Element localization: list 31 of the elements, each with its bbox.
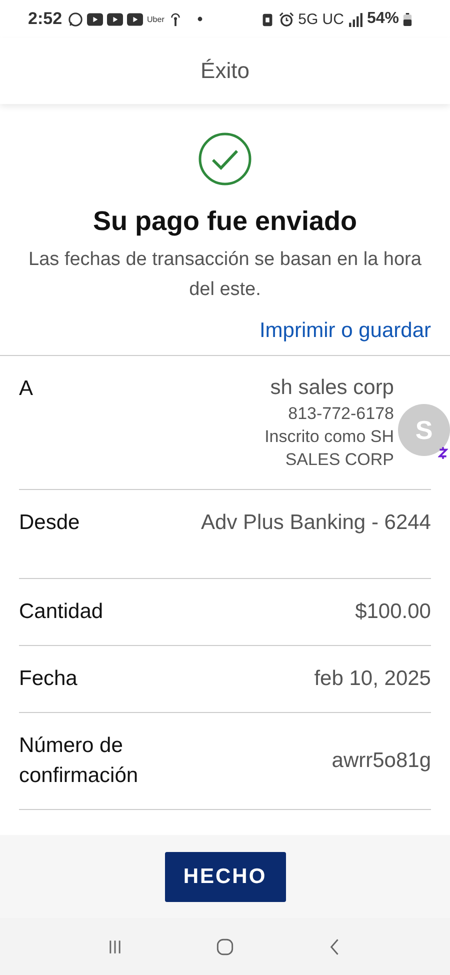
zelle-badge-icon [438,446,448,460]
screen-title: Éxito [200,58,250,84]
recipient-name: sh sales corp [270,375,394,401]
dot-icon [197,16,204,22]
status-time: 2:52 [28,9,62,29]
detail-value: feb 10, 2025 [314,666,431,692]
chat-bubble-icon [68,12,84,26]
detail-value: Adv Plus Banking - 6244 [201,510,431,536]
play-icon [127,12,144,26]
enrollment-name: Inscrito como SH SALES CORP [264,426,394,471]
detail-value: awrr5o81g [332,748,431,774]
detail-label: Número de confirmación [19,733,140,789]
app-name: Uber [147,14,164,24]
timezone-note: Las fechas de transacción se basan en la hora del este. [28,248,422,302]
detail-label: Fecha [19,666,78,692]
print-or-save-link[interactable]: Imprimir o guardar [259,319,431,343]
play-icon [107,12,124,26]
network-type: 5G UC [298,10,344,28]
battery-icon [403,12,412,26]
battery-level: 54% [366,10,399,28]
detail-value: $100.00 [355,599,431,625]
detail-label: Desde [19,510,80,536]
success-heading: Su pago fue enviado [92,206,358,237]
recipient-phone: 813-772-6178 [288,403,394,425]
done-button[interactable]: HECHO [164,852,286,902]
play-icon [87,12,104,26]
signal-icon [348,12,363,26]
detail-label: A [19,376,34,402]
check-circle-icon [198,132,252,186]
alarm-icon [279,12,294,26]
detail-label: Cantidad [19,599,104,625]
